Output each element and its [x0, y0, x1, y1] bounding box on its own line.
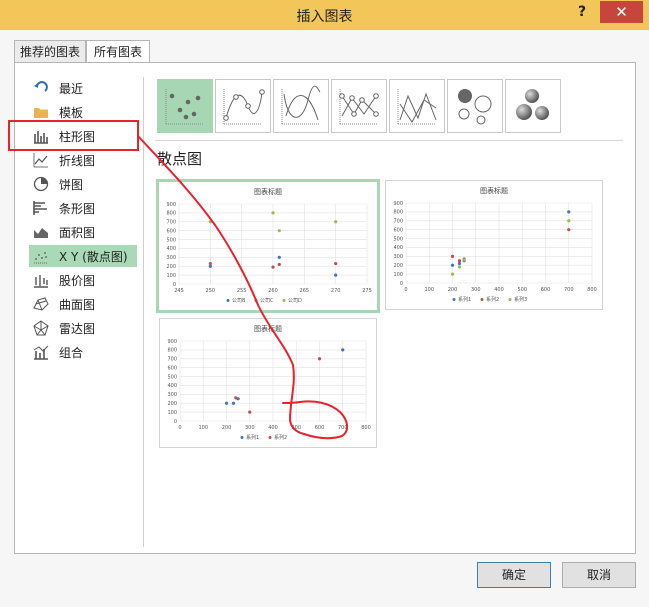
cancel-button[interactable]: 取消: [562, 562, 636, 588]
annotation-overlay: [8, 120, 348, 440]
annotation-rectangle: [8, 120, 139, 151]
annotation-freehand-line: [137, 135, 348, 440]
ok-button[interactable]: 确定: [477, 562, 551, 588]
